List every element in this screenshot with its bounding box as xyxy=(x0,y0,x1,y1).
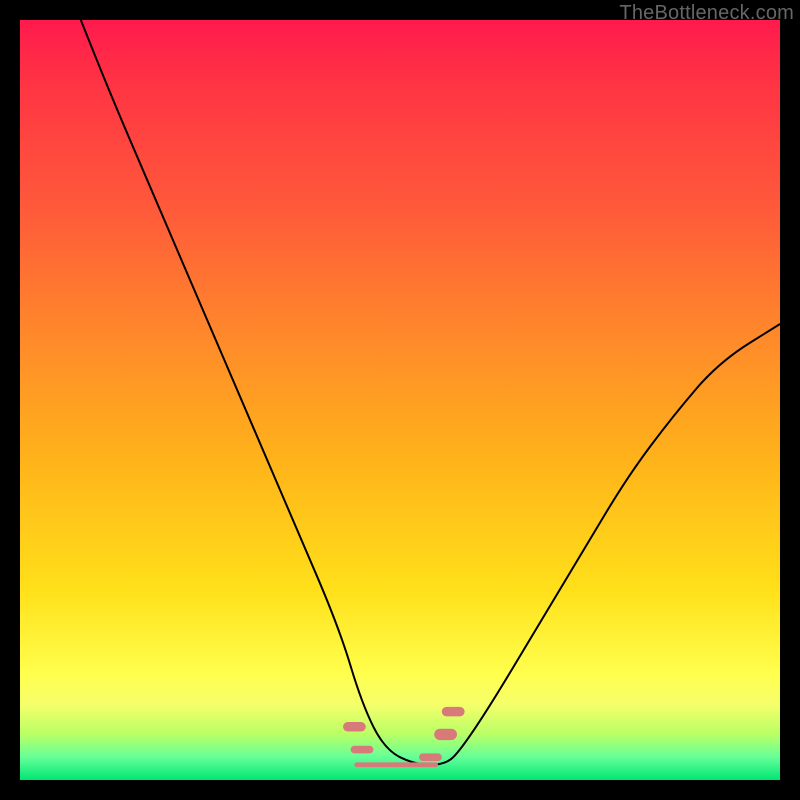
chart-frame: TheBottleneck.com xyxy=(0,0,800,800)
plot-area xyxy=(20,20,780,780)
watermark-text: TheBottleneck.com xyxy=(619,2,794,25)
